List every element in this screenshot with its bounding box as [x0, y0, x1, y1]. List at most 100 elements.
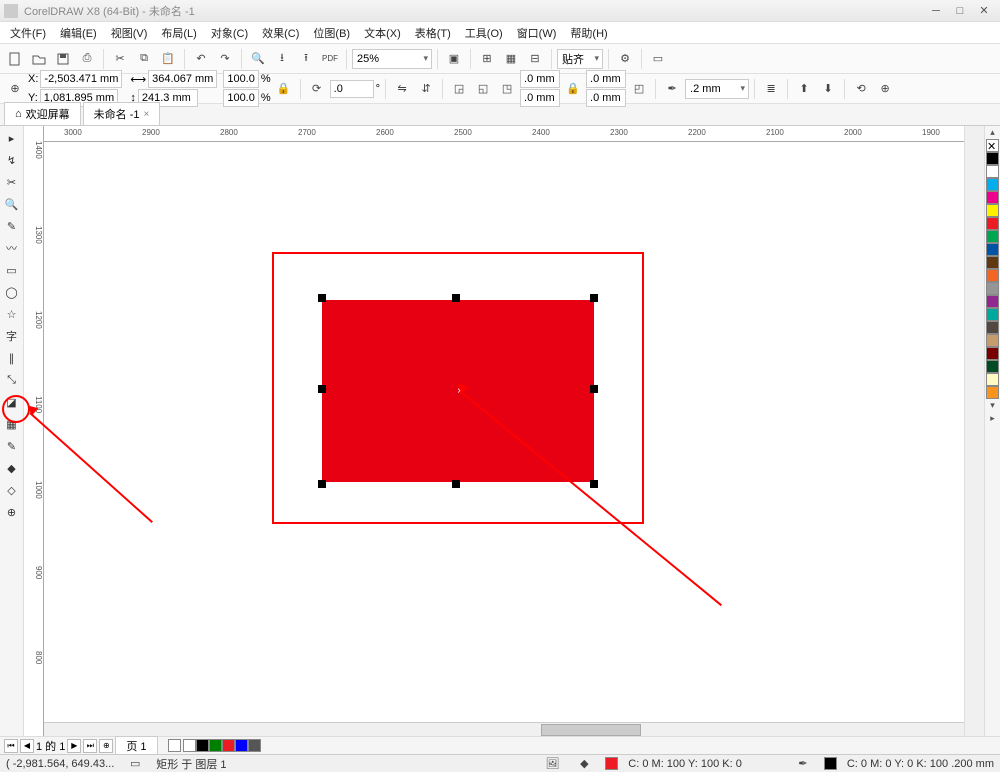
tool-smartfill[interactable]: ◇: [2, 480, 22, 500]
to-front-icon[interactable]: ⬆: [793, 78, 815, 100]
tool-connector[interactable]: ⤡: [2, 370, 22, 390]
quick-customize-icon[interactable]: ⊕: [874, 78, 896, 100]
fullscreen-icon[interactable]: ▣: [443, 48, 465, 70]
relative-corner-icon[interactable]: ◰: [628, 78, 650, 100]
menu-文件[interactable]: 文件(F): [4, 23, 52, 43]
doc-tab-0[interactable]: ⌂欢迎屏幕: [4, 102, 81, 125]
tool-polygon[interactable]: ☆: [2, 304, 22, 324]
selection-handle[interactable]: [590, 294, 598, 302]
palette-swatch[interactable]: [986, 373, 999, 386]
palette-flyout-icon[interactable]: ▸: [986, 412, 999, 425]
save-icon[interactable]: [52, 48, 74, 70]
outline-width-combo[interactable]: .2 mm: [685, 79, 749, 99]
first-page-button[interactable]: ⏮: [4, 739, 18, 753]
doc-palette-swatch[interactable]: [209, 739, 222, 752]
last-page-button[interactable]: ⏭: [83, 739, 97, 753]
tool-pick[interactable]: ▸: [2, 128, 22, 148]
tool-fill[interactable]: ◆: [2, 458, 22, 478]
lock-corners-icon[interactable]: 🔒: [562, 78, 584, 100]
tool-transparency[interactable]: ▦: [2, 414, 22, 434]
tab-close-icon[interactable]: ×: [144, 109, 150, 120]
convert-curves-icon[interactable]: ⟲: [850, 78, 872, 100]
tool-eyedropper[interactable]: ✎: [2, 436, 22, 456]
launch-icon[interactable]: ▭: [647, 48, 669, 70]
palette-swatch[interactable]: [986, 165, 999, 178]
prev-page-button[interactable]: ◀: [20, 739, 34, 753]
add-page-button[interactable]: ⊕: [99, 739, 113, 753]
palette-swatch[interactable]: [986, 295, 999, 308]
canvas[interactable]: ×: [44, 142, 1000, 736]
tool-text[interactable]: 字: [2, 326, 22, 346]
selection-handle[interactable]: [452, 480, 460, 488]
docker-strip[interactable]: [964, 126, 984, 736]
palette-swatch[interactable]: [986, 230, 999, 243]
selection-handle[interactable]: [318, 480, 326, 488]
menu-效果[interactable]: 效果(C): [256, 23, 305, 43]
search-icon[interactable]: 🔍: [247, 48, 269, 70]
corner-radius-1[interactable]: .0 mm: [520, 70, 560, 88]
palette-swatch[interactable]: [986, 178, 999, 191]
copy-icon[interactable]: ⧉: [133, 48, 155, 70]
palette-swatch[interactable]: [986, 191, 999, 204]
undo-icon[interactable]: ↶: [190, 48, 212, 70]
tool-dropshadow[interactable]: ◪: [2, 392, 22, 412]
menu-布局[interactable]: 布局(L): [155, 23, 202, 43]
palette-swatch[interactable]: [986, 360, 999, 373]
palette-swatch[interactable]: [986, 152, 999, 165]
ruler-icon[interactable]: ⊞: [476, 48, 498, 70]
tool-ellipse[interactable]: ◯: [2, 282, 22, 302]
tool-parallel[interactable]: ∥: [2, 348, 22, 368]
pdf-icon[interactable]: PDF: [319, 48, 341, 70]
corner-radius-4[interactable]: .0 mm: [586, 89, 626, 107]
doc-palette-swatch[interactable]: [183, 739, 196, 752]
doc-palette-none[interactable]: [168, 739, 181, 752]
scrollbar-thumb[interactable]: [541, 724, 641, 736]
palette-swatch[interactable]: [986, 347, 999, 360]
corner-radius-3[interactable]: .0 mm: [586, 70, 626, 88]
selection-handle[interactable]: [318, 385, 326, 393]
palette-swatch[interactable]: [986, 256, 999, 269]
palette-swatch[interactable]: [986, 243, 999, 256]
horizontal-scrollbar[interactable]: [44, 722, 1000, 736]
export-icon[interactable]: ⭱: [295, 48, 317, 70]
selection-handle[interactable]: [590, 385, 598, 393]
print-icon[interactable]: ⎙: [76, 48, 98, 70]
scale-x-field[interactable]: 100.0: [223, 70, 259, 88]
mirror-v-icon[interactable]: ⇵: [415, 78, 437, 100]
horizontal-ruler[interactable]: 毫米 3000290028002700260025002400230022002…: [44, 126, 1000, 142]
palette-swatch[interactable]: [986, 269, 999, 282]
next-page-button[interactable]: ▶: [67, 739, 81, 753]
doc-palette-swatch[interactable]: [196, 739, 209, 752]
wrap-text-icon[interactable]: ≣: [760, 78, 782, 100]
outline-swatch[interactable]: [824, 757, 837, 770]
options-icon[interactable]: ⚙: [614, 48, 636, 70]
zoom-combo[interactable]: 25%: [352, 49, 432, 69]
corner2-icon[interactable]: ◱: [472, 78, 494, 100]
tool-shape[interactable]: ↯: [2, 150, 22, 170]
tool-zoom[interactable]: 🔍: [2, 194, 22, 214]
paste-icon[interactable]: 📋: [157, 48, 179, 70]
doc-palette-swatch[interactable]: [222, 739, 235, 752]
corner-radius-2[interactable]: .0 mm: [520, 89, 560, 107]
tool-freehand[interactable]: ✎: [2, 216, 22, 236]
close-button[interactable]: ✕: [972, 2, 996, 20]
palette-swatch[interactable]: [986, 217, 999, 230]
palette-swatch[interactable]: [986, 204, 999, 217]
menu-表格[interactable]: 表格(T): [409, 23, 457, 43]
selection-handle[interactable]: [590, 480, 598, 488]
tool-crop[interactable]: ✂: [2, 172, 22, 192]
width-field[interactable]: 364.067 mm: [148, 70, 217, 88]
doc-tab-1[interactable]: 未命名 -1×: [83, 102, 161, 125]
no-color-swatch[interactable]: ✕: [986, 139, 999, 152]
menu-编辑[interactable]: 编辑(E): [54, 23, 103, 43]
menu-位图[interactable]: 位图(B): [307, 23, 356, 43]
menu-视图[interactable]: 视图(V): [105, 23, 154, 43]
corner3-icon[interactable]: ◳: [496, 78, 518, 100]
palette-down-icon[interactable]: ▾: [986, 399, 999, 412]
proof-color-icon[interactable]: 🖼: [541, 753, 563, 775]
palette-swatch[interactable]: [986, 308, 999, 321]
to-back-icon[interactable]: ⬇: [817, 78, 839, 100]
minimize-button[interactable]: ─: [924, 2, 948, 20]
menu-对象[interactable]: 对象(C): [205, 23, 254, 43]
cut-icon[interactable]: ✂: [109, 48, 131, 70]
